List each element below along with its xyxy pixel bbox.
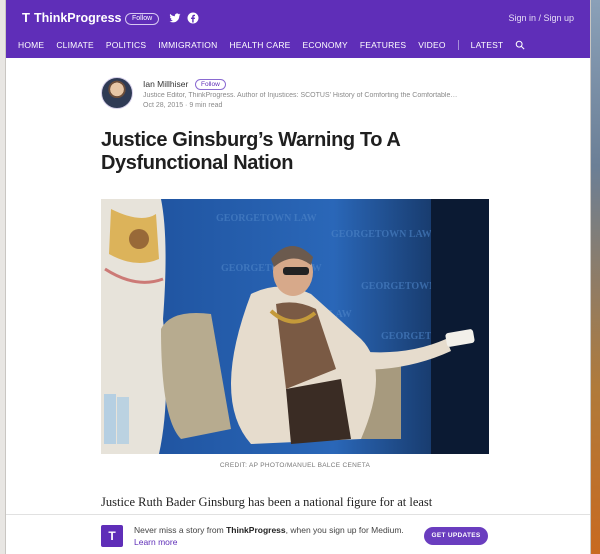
banner-message: Never miss a story from ThinkProgress, w… [134,524,424,548]
banner-publication: ThinkProgress [226,525,286,535]
nav-politics[interactable]: POLITICS [106,40,146,50]
author-name[interactable]: Ian Millhiser [143,79,188,89]
photo-credit: CREDIT: AP PHOTO/MANUEL BALCE CENETA [219,462,371,469]
thinkprogress-t-icon: T [22,10,30,25]
read-time: 9 min read [189,102,223,109]
twitter-icon[interactable] [169,12,181,24]
article-title: Justice Ginsburg’s Warning To A Dysfunct… [101,129,400,174]
nav-health-care[interactable]: HEALTH CARE [229,40,290,50]
svg-text:GEORGETOWN LAW: GEORGETOWN LAW [216,213,317,224]
article-photo-illustration: GEORGETOWN LAW GEORGETOWN LAW GEORGETOWN… [101,199,489,454]
nav-immigration[interactable]: IMMIGRATION [158,40,217,50]
nav-home[interactable]: HOME [18,40,44,50]
facebook-icon[interactable] [187,12,199,24]
brand-logo[interactable]: T ThinkProgress [22,10,121,25]
banner-text-pre: Never miss a story from [134,525,227,535]
nav-climate[interactable]: CLIMATE [56,40,94,50]
svg-text:GEORGETOWN LAW: GEORGETOWN LAW [331,229,432,240]
learn-more-link[interactable]: Learn more [134,537,177,547]
publish-date: Oct 28, 2015 [143,102,184,109]
author-bio: Justice Editor, ThinkProgress. Author of… [143,92,458,99]
nav-economy[interactable]: ECONOMY [303,40,348,50]
search-icon[interactable] [515,40,525,50]
author-avatar[interactable] [101,77,133,109]
desktop-edge [590,0,600,554]
main-nav: HOME CLIMATE POLITICS IMMIGRATION HEALTH… [18,40,537,50]
site-header: T ThinkProgress Follow Sign in / Sign up… [6,0,590,58]
thinkprogress-badge-icon: T [101,525,123,547]
nav-video[interactable]: VIDEO [418,40,445,50]
banner-text-post: , when you sign up for Medium. [285,525,404,535]
nav-divider [457,40,459,50]
signin-link[interactable]: Sign in / Sign up [508,13,574,23]
author-follow-button[interactable]: Follow [195,79,226,90]
article-photo: GEORGETOWN LAW GEORGETOWN LAW GEORGETOWN… [101,199,489,454]
publication-follow-button[interactable]: Follow [125,13,160,25]
article-meta: Oct 28, 2015 · 9 min read [143,102,222,109]
nav-features[interactable]: FEATURES [360,40,406,50]
nav-latest[interactable]: LATEST [471,40,504,50]
browser-page: T ThinkProgress Follow Sign in / Sign up… [6,0,590,554]
signup-banner: T Never miss a story from ThinkProgress,… [6,514,590,554]
brand-name: ThinkProgress [33,10,122,25]
get-updates-button[interactable]: GET UPDATES [424,527,488,545]
